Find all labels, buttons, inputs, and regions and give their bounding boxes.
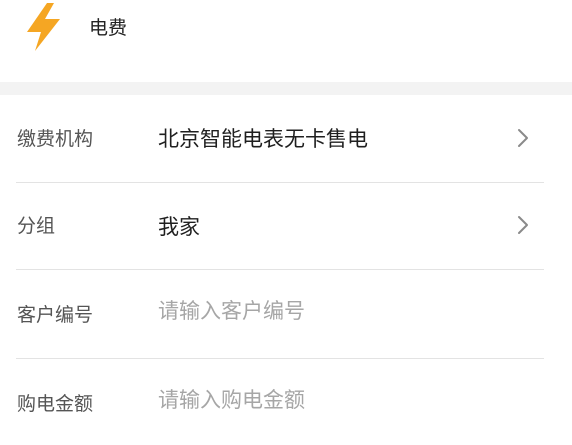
group-label: 分组 [17, 215, 56, 237]
purchase-amount-input[interactable] [158, 388, 488, 412]
group-value: 我家 [158, 215, 200, 239]
purchase-amount-row: 购电金额 [0, 359, 572, 445]
customer-number-input[interactable] [158, 299, 488, 323]
section-separator [0, 82, 572, 95]
payment-form: 缴费机构 北京智能电表无卡售电 分组 我家 客户编号 购电金额 [0, 95, 572, 445]
chevron-right-icon [518, 129, 528, 147]
payment-agency-label: 缴费机构 [17, 128, 94, 150]
purchase-amount-label: 购电金额 [17, 393, 94, 415]
payment-agency-row[interactable]: 缴费机构 北京智能电表无卡售电 [0, 95, 572, 182]
group-row[interactable]: 分组 我家 [0, 183, 572, 269]
payment-agency-value: 北京智能电表无卡售电 [158, 127, 368, 151]
biller-header: 电费 [0, 0, 572, 82]
biller-title: 电费 [89, 17, 128, 39]
customer-number-row: 客户编号 [0, 270, 572, 358]
lightning-bolt-icon [27, 3, 60, 51]
chevron-right-icon [518, 216, 528, 234]
customer-number-label: 客户编号 [17, 304, 94, 326]
